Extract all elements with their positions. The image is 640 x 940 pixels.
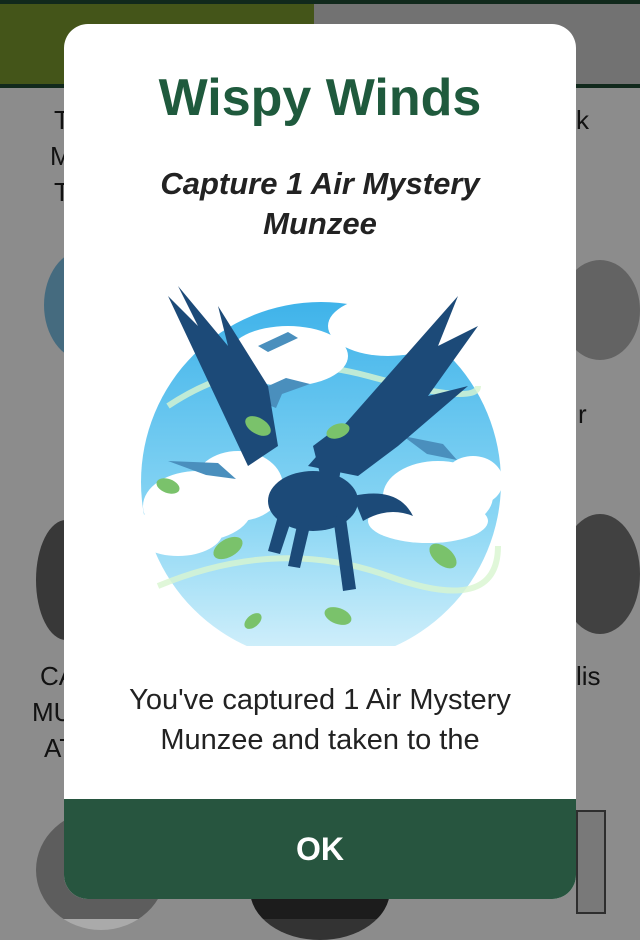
pegasus-badge-icon [138,286,503,646]
modal-body-text: You've captured 1 Air Mystery Munzee and… [129,684,511,756]
modal-title: Wispy Winds [158,69,482,127]
badge-modal: Wispy Winds Capture 1 Air Mystery Munzee [64,24,576,899]
modal-subtitle: Capture 1 Air Mystery Munzee [160,166,480,241]
ok-button[interactable]: OK [64,799,576,899]
